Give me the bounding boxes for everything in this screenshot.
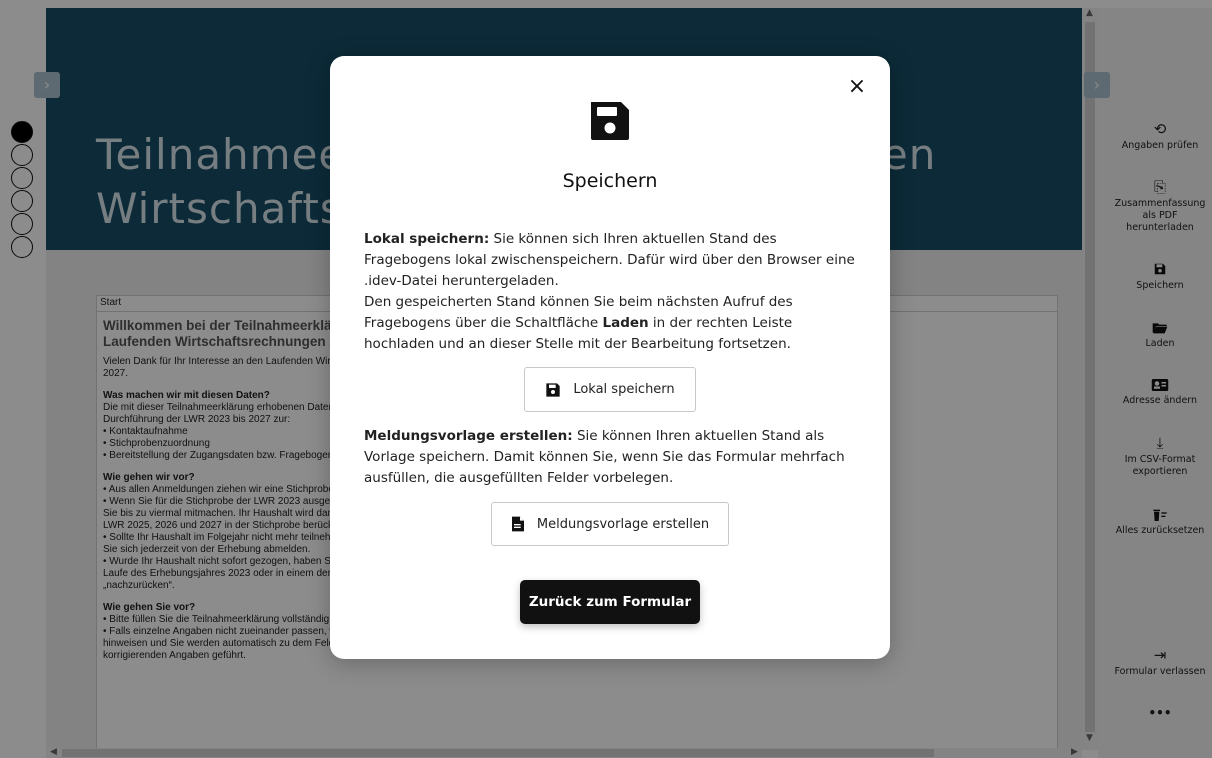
local-save-label: Lokal speichern: [364, 231, 490, 247]
save-dialog: × Speichern Lokal speichern: Sie können … [330, 56, 890, 659]
dialog-title: Speichern [562, 170, 658, 192]
template-label: Meldungsvorlage erstellen: [364, 428, 573, 444]
template-description: Meldungsvorlage erstellen: Sie können Ih… [364, 426, 864, 489]
local-save-button-label: Lokal speichern [573, 382, 675, 397]
create-template-button[interactable]: Meldungsvorlage erstellen [491, 502, 729, 546]
local-save-description: Lokal speichern: Sie können sich Ihren a… [364, 229, 864, 355]
floppy-disk-icon [591, 102, 629, 140]
local-save-button[interactable]: Lokal speichern [524, 367, 696, 412]
close-icon[interactable]: × [842, 72, 872, 102]
load-text-bold: Laden [602, 315, 649, 331]
file-icon [511, 516, 524, 532]
back-to-form-button[interactable]: Zurück zum Formular [520, 580, 700, 624]
create-template-button-label: Meldungsvorlage erstellen [536, 516, 710, 532]
floppy-disk-icon [546, 382, 560, 397]
